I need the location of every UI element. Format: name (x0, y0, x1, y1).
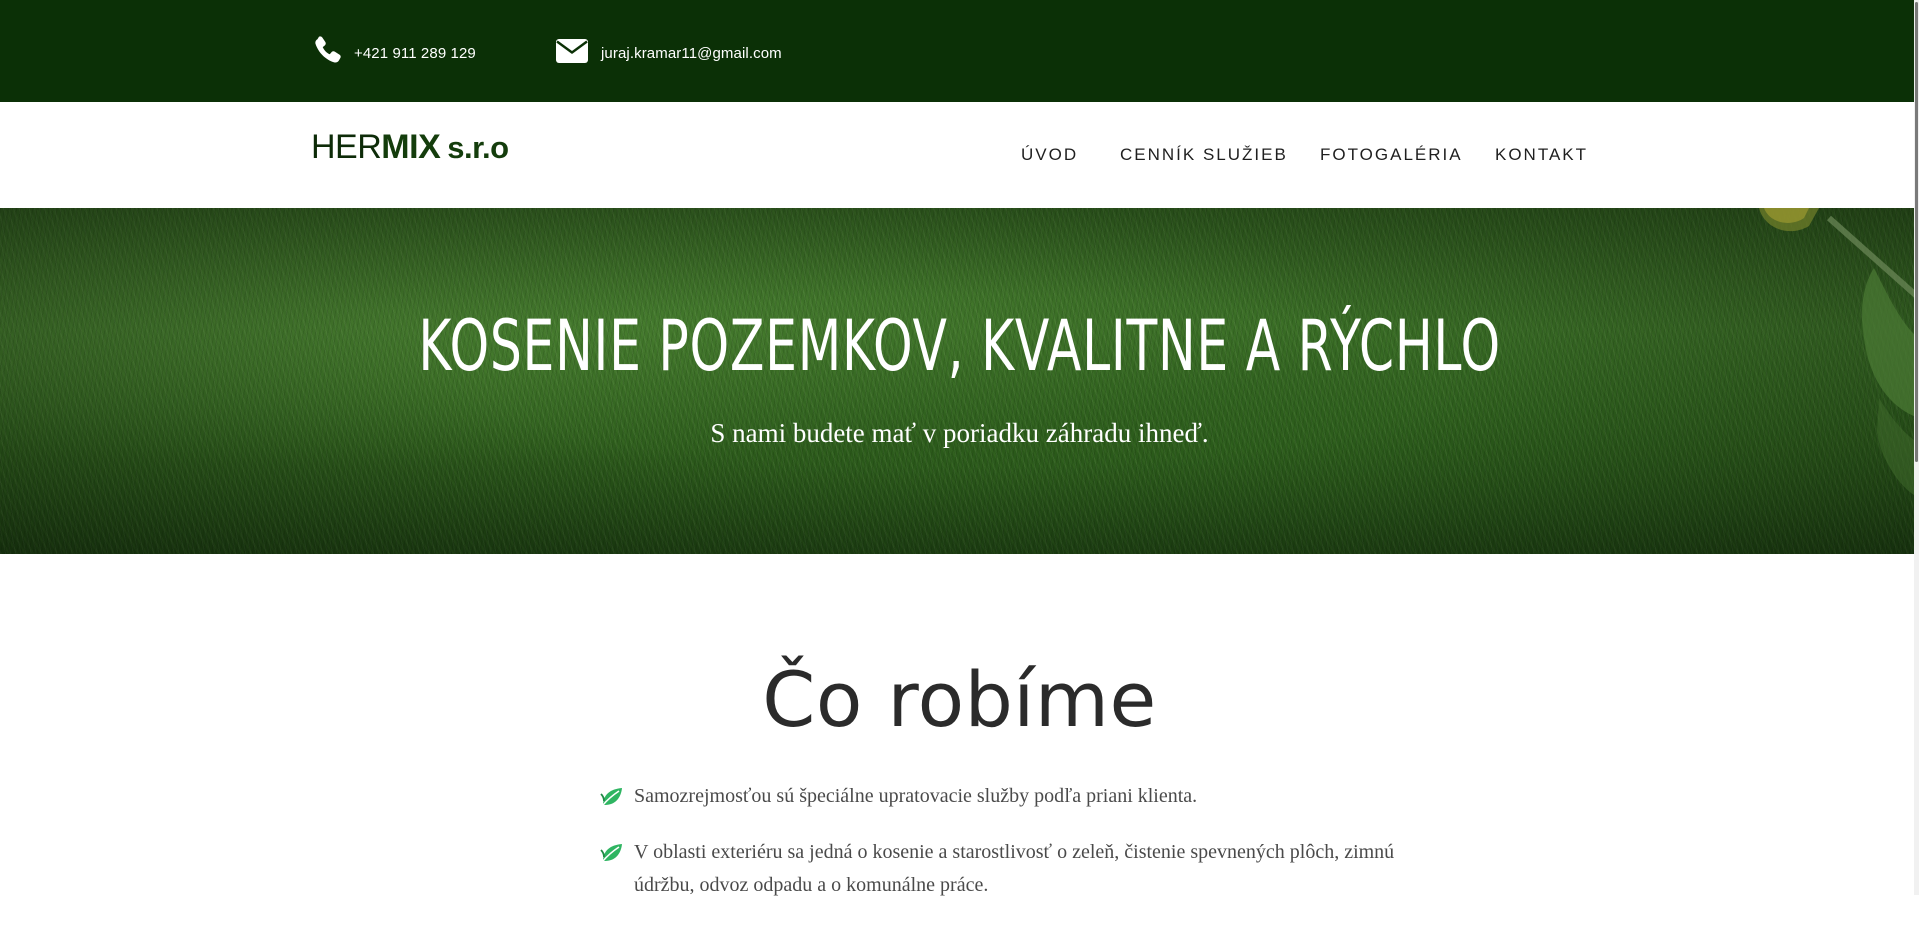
phone-icon (315, 36, 341, 63)
nav-cennik-sluzieb[interactable]: CENNÍK SLUŽIEB (1120, 145, 1288, 165)
email-contact[interactable]: juraj.kramar11@gmail.com (555, 0, 782, 102)
nav-fotogaleria[interactable]: FOTOGALÉRIA (1320, 145, 1463, 165)
leaf-icon (600, 844, 622, 862)
hero-subtitle: S nami budete mať v poriadku záhradu ihn… (710, 418, 1209, 448)
nav-kontakt[interactable]: KONTAKT (1495, 145, 1588, 165)
leaf-icon (600, 788, 622, 806)
phone-contact[interactable]: +421 911 289 129 (310, 0, 476, 102)
site-logo[interactable]: HERMIX s.r.o (311, 128, 509, 167)
hero-title: KOSENIE POZEMKOV, KVALITNE A RÝCHLO (418, 305, 1501, 387)
scrollbar-thumb[interactable] (1915, 2, 1918, 462)
envelope-icon (556, 39, 588, 63)
phone-number: +421 911 289 129 (354, 44, 476, 62)
top-contact-bar (0, 0, 1919, 102)
service-text: Samozrejmosťou sú špeciálne upratovacie … (634, 785, 1198, 807)
list-item: V oblasti exteriéru sa jedná o kosenie a… (600, 836, 1400, 902)
nav-uvod[interactable]: ÚVOD (1021, 145, 1078, 165)
service-text: V oblasti exteriéru sa jedná o kosenie a… (634, 841, 1395, 896)
logo-part-mix: MIX (381, 128, 441, 166)
list-item: Samozrejmosťou sú špeciálne upratovacie … (600, 780, 1400, 813)
logo-part-her: HER (311, 128, 382, 166)
services-list: Samozrejmosťou sú špeciálne upratovacie … (600, 780, 1400, 925)
services-heading: Čo robíme (762, 655, 1157, 744)
logo-suffix: s.r.o (447, 130, 509, 165)
email-address: juraj.kramar11@gmail.com (601, 44, 782, 62)
main-navbar (0, 102, 1919, 208)
